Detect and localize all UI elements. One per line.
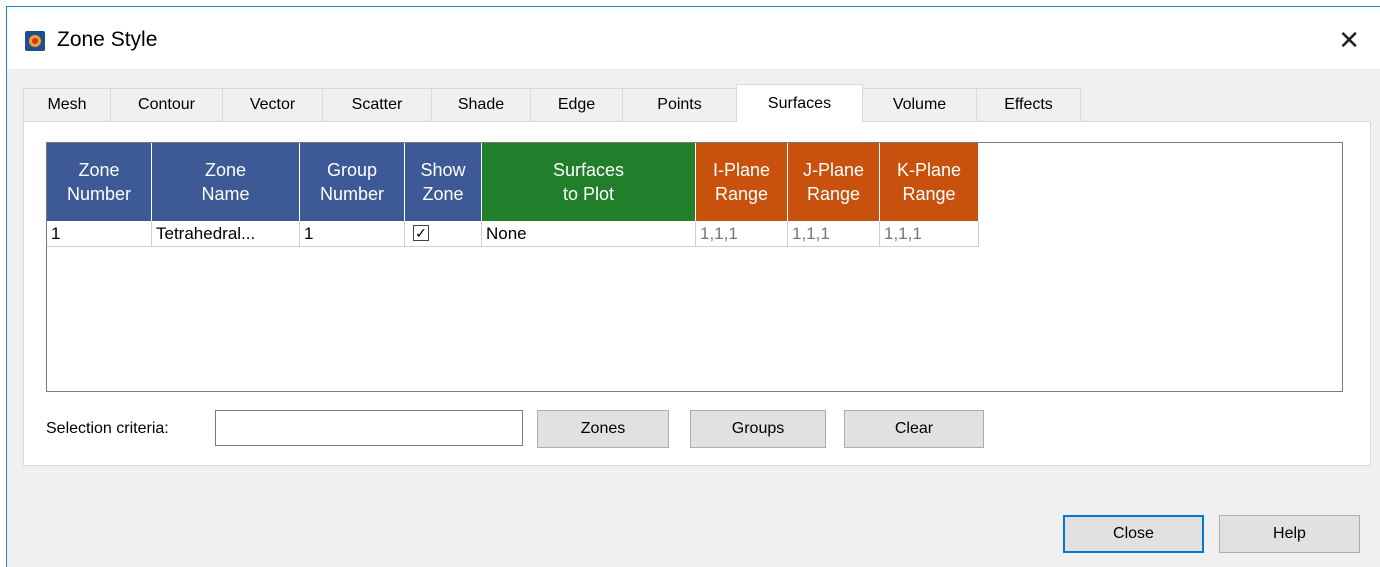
header-zone-number[interactable]: Zone Number [47,143,152,221]
window-title: Zone Style [57,28,158,51]
header-group-number[interactable]: Group Number [300,143,405,221]
zones-button[interactable]: Zones [537,410,669,448]
title-bar: Zone Style ✕ [7,7,1380,69]
header-k-plane-range[interactable]: K-Plane Range [880,143,979,221]
cell-i-plane-range[interactable]: 1,1,1 [696,221,788,247]
tab-points[interactable]: Points [622,88,737,121]
tab-mesh[interactable]: Mesh [23,88,111,121]
zone-style-dialog: Zone Style ✕ Mesh Contour Vector Scatter… [6,6,1380,567]
header-show-zone[interactable]: Show Zone [405,143,482,221]
tab-effects[interactable]: Effects [976,88,1081,121]
tab-surfaces[interactable]: Surfaces [736,84,863,122]
tab-scatter[interactable]: Scatter [322,88,432,121]
cell-show-zone[interactable]: ✓ [405,221,482,247]
selection-criteria-label: Selection criteria: [46,420,169,437]
app-logo-icon [25,31,45,51]
clear-button[interactable]: Clear [844,410,984,448]
surfaces-panel: Zone Number Zone Name Group Number Show … [23,121,1371,466]
selection-criteria-input[interactable] [215,410,523,446]
tab-volume[interactable]: Volume [862,88,977,121]
tab-vector[interactable]: Vector [222,88,323,121]
header-zone-name[interactable]: Zone Name [152,143,300,221]
close-icon[interactable]: ✕ [1338,25,1360,56]
header-j-plane-range[interactable]: J-Plane Range [788,143,880,221]
tab-contour[interactable]: Contour [110,88,223,121]
tab-shade[interactable]: Shade [431,88,531,121]
cell-j-plane-range[interactable]: 1,1,1 [788,221,880,247]
close-button[interactable]: Close [1063,515,1204,553]
help-button[interactable]: Help [1219,515,1360,553]
show-zone-checkbox[interactable]: ✓ [413,225,429,241]
cell-k-plane-range[interactable]: 1,1,1 [880,221,979,247]
header-i-plane-range[interactable]: I-Plane Range [696,143,788,221]
tab-edge[interactable]: Edge [530,88,623,121]
cell-zone-number[interactable]: 1 [47,221,152,247]
zone-grid: Zone Number Zone Name Group Number Show … [46,142,1343,392]
groups-button[interactable]: Groups [690,410,826,448]
cell-zone-name[interactable]: Tetrahedral... [152,221,300,247]
cell-group-number[interactable]: 1 [300,221,405,247]
cell-surfaces-to-plot[interactable]: None [482,221,696,247]
header-surfaces-to-plot[interactable]: Surfaces to Plot [482,143,696,221]
